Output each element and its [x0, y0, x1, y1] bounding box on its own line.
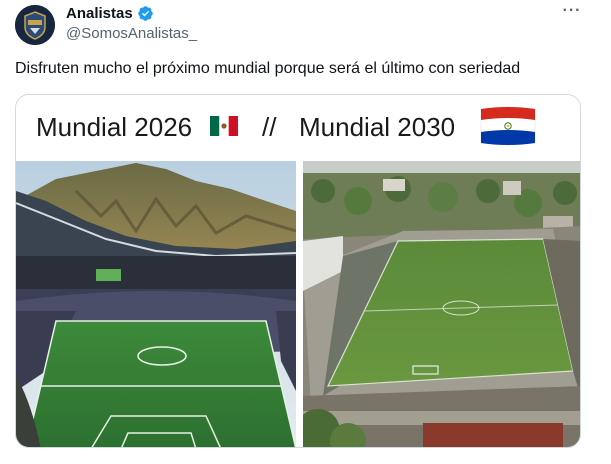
verified-badge-icon [137, 6, 153, 21]
caption-separator: // [262, 112, 277, 142]
media-caption-bar: Mundial 2026 // Mundial 2030 [16, 95, 580, 161]
stadium-photo-monterrey[interactable] [16, 161, 296, 447]
stadium-image-left [16, 161, 296, 447]
author-handle[interactable]: @SomosAnalistas_ [66, 25, 197, 42]
paraguay-flag-icon [480, 106, 536, 146]
tweet-text: Disfruten mucho el próximo mundial porqu… [15, 60, 521, 77]
caption-left: Mundial 2026 [36, 112, 193, 142]
tweet-card[interactable]: Analistas @SomosAnalistas_ ··· Disfruten… [0, 0, 611, 464]
more-dots-icon[interactable]: ··· [560, 3, 584, 24]
analistas-logo-icon [15, 5, 55, 45]
author-display-name[interactable]: Analistas [66, 5, 133, 22]
avatar[interactable] [15, 5, 55, 45]
tweet-media[interactable]: Mundial 2026 // Mundial 2030 [15, 94, 581, 448]
stadium-photo-paraguay[interactable] [303, 161, 580, 447]
caption-right: Mundial 2030 [299, 112, 456, 142]
mexico-flag-icon [210, 116, 238, 136]
stadium-image-right [303, 161, 580, 447]
author-name-row: Analistas [66, 5, 154, 22]
